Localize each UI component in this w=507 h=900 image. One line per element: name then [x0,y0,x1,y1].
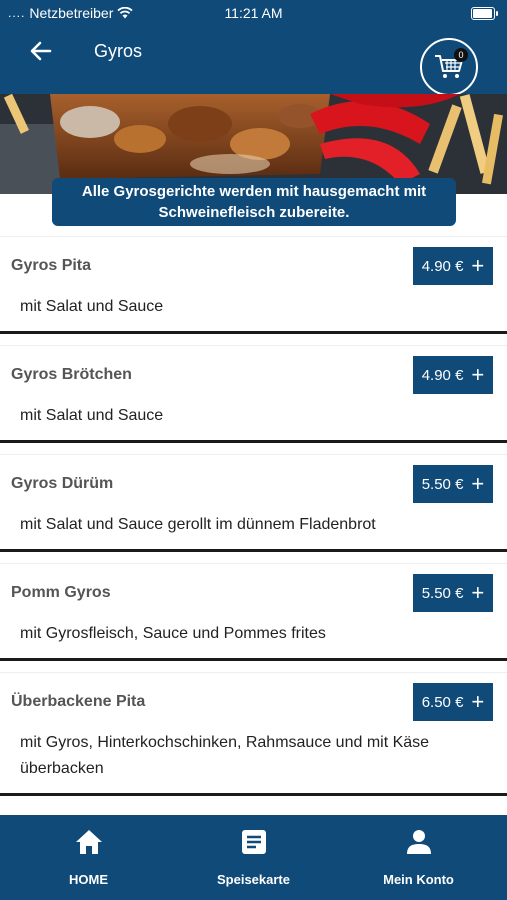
item-name: Überbackene Pita [11,693,146,710]
item-name: Pomm Gyros [11,584,111,601]
user-icon [406,830,431,854]
home-icon [75,830,102,854]
item-name: Gyros Pita [11,257,92,274]
menu-item[interactable]: Überbackene Pita 6.50 € + mit Gyros, Hin… [0,672,507,793]
item-description: mit Gyros, Hinterkochschinken, Rahmsauce… [20,734,430,777]
plus-icon: + [471,580,485,605]
tab-mein-konto[interactable]: Mein Konto [334,815,503,900]
plus-icon: + [471,689,485,714]
status-bar: .... Netzbetreiber 11:21 AM [0,0,507,26]
cart-count-badge: 0 [454,48,468,62]
tab-label: HOME [69,872,108,887]
plus-icon: + [471,362,485,387]
item-price: 6.50 € [421,693,464,711]
menu-card-icon [241,830,266,854]
page-title: Gyros [94,41,143,61]
cart-button[interactable]: 0 [420,38,478,96]
item-price: 5.50 € [421,584,464,602]
add-to-cart-button[interactable]: 6.50 € + [413,683,493,721]
item-name: Gyros Brötchen [11,366,132,383]
tab-label: Speisekarte [217,872,290,887]
tab-speisekarte[interactable]: Speisekarte [169,815,338,900]
menu-list: Gyros Pita 4.90 € + mit Salat und Sauce … [0,236,507,807]
add-to-cart-button[interactable]: 4.90 € + [413,356,493,394]
item-name: Gyros Dürüm [11,475,114,492]
item-description: mit Salat und Sauce [20,298,164,315]
menu-item[interactable]: Pomm Gyros 5.50 € + mit Gyrosfleisch, Sa… [0,563,507,658]
bottom-navigation: HOME Speisekarte Mein Konto [0,815,507,900]
item-description: mit Salat und Sauce [20,407,164,424]
item-price: 5.50 € [421,475,464,493]
add-to-cart-button[interactable]: 5.50 € + [413,574,493,612]
banner-info-note: Alle Gyrosgerichte werden mit hausgemach… [52,178,456,226]
item-price: 4.90 € [421,366,464,384]
item-price: 4.90 € [421,257,464,275]
back-arrow-icon[interactable] [26,36,56,66]
plus-icon: + [471,253,485,278]
plus-icon: + [471,471,485,496]
tab-label: Mein Konto [383,872,454,887]
status-time: 11:21 AM [224,5,283,21]
menu-item[interactable]: Gyros Pita 4.90 € + mit Salat und Sauce [0,236,507,331]
add-to-cart-button[interactable]: 4.90 € + [413,247,493,285]
add-to-cart-button[interactable]: 5.50 € + [413,465,493,503]
header-bar: Gyros 0 [0,26,507,96]
battery-icon [471,7,498,20]
menu-item[interactable]: Gyros Dürüm 5.50 € + mit Salat und Sauce… [0,454,507,549]
tab-home[interactable]: HOME [4,815,173,900]
item-description: mit Gyrosfleisch, Sauce und Pommes frite… [20,625,326,642]
item-description: mit Salat und Sauce gerollt im dünnem Fl… [20,516,376,533]
menu-item[interactable]: Gyros Brötchen 4.90 € + mit Salat und Sa… [0,345,507,440]
